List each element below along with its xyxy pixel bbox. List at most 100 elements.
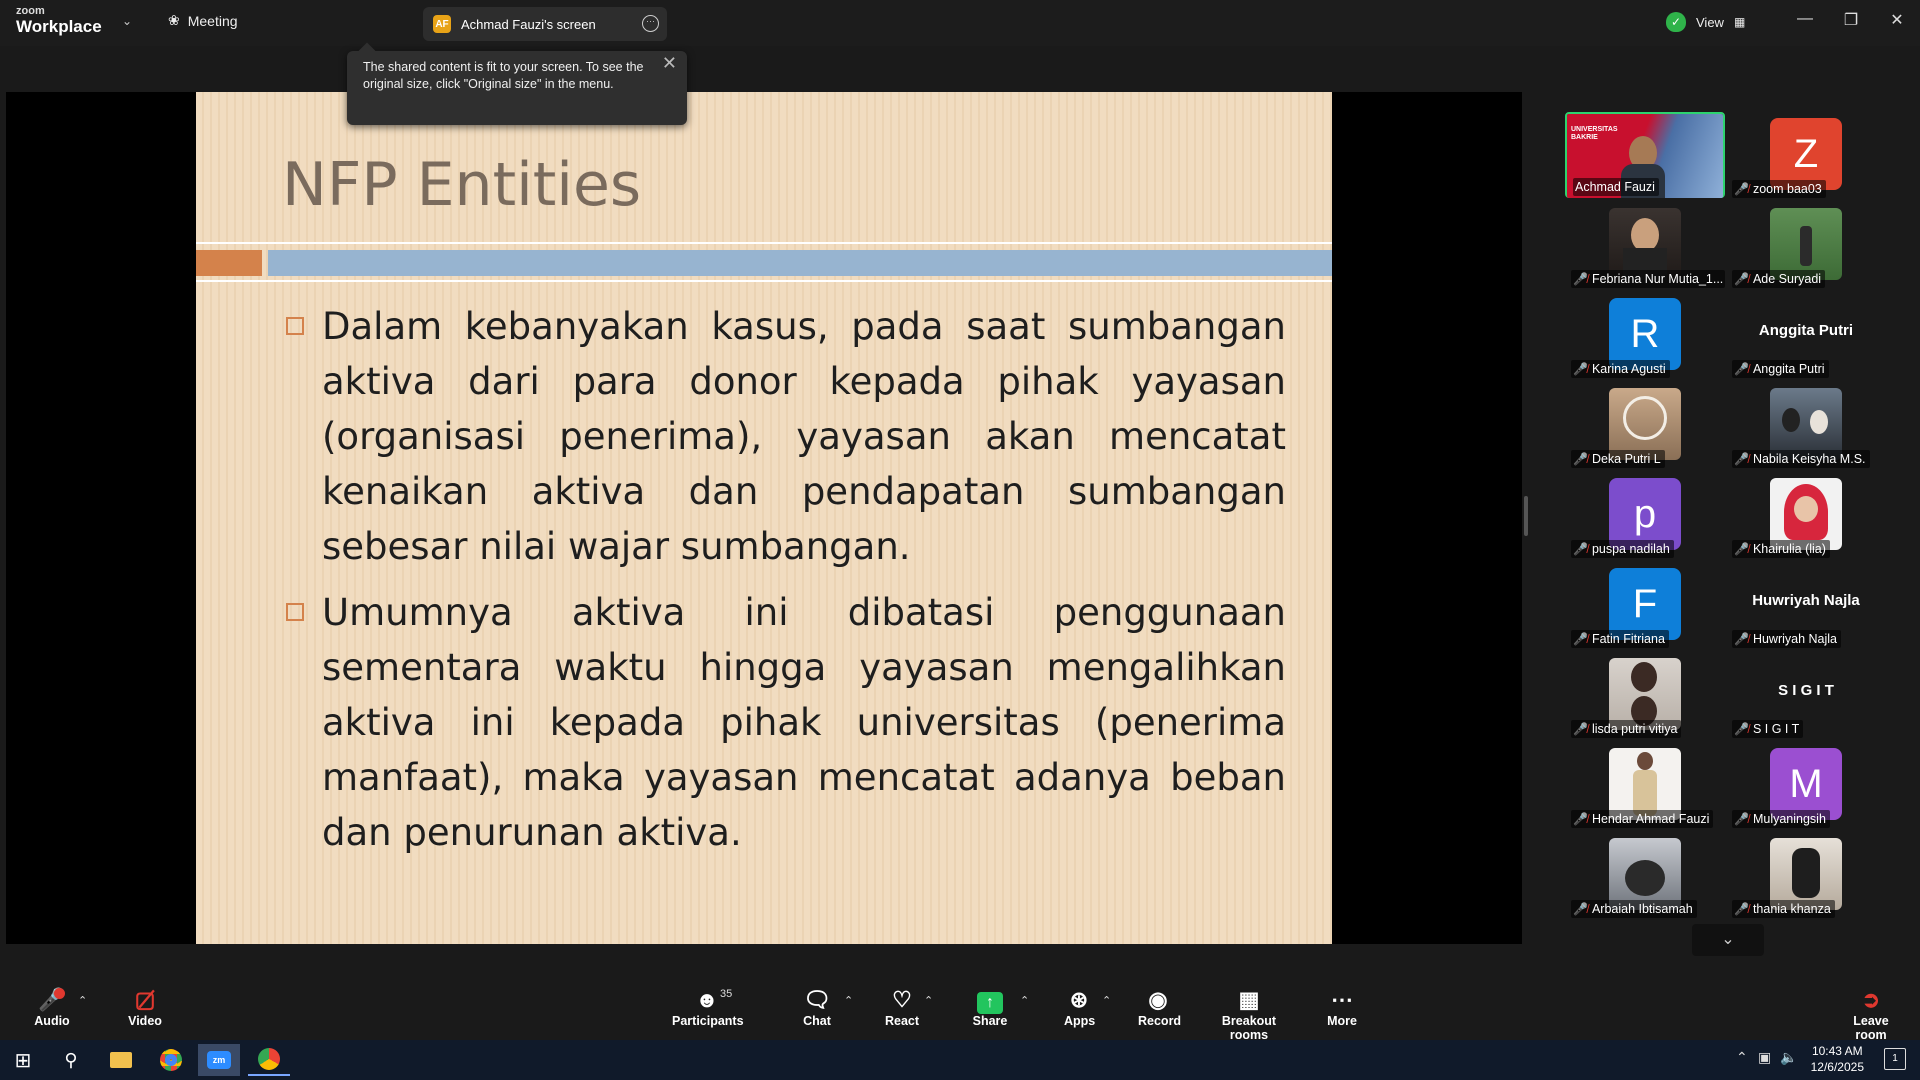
mic-muted-icon: 🎤̸ xyxy=(1573,632,1588,646)
participant-tile[interactable]: 🎤̸ Khairulia (lia) xyxy=(1726,472,1886,558)
chevron-down-icon[interactable]: ⌄ xyxy=(122,14,132,28)
shared-screen-tab[interactable]: AF Achmad Fauzi's screen ··· xyxy=(423,7,667,41)
search-icon[interactable]: ⚲ xyxy=(50,1044,92,1076)
participant-tile[interactable]: 🎤̸ thania khanza xyxy=(1726,832,1886,918)
volume-icon[interactable]: 🔈 xyxy=(1780,1049,1797,1066)
gallery-scroll-down-icon[interactable]: ⌄ xyxy=(1692,924,1764,956)
slide-bullet: Umumnya aktiva ini dibatasi penggunaan s… xyxy=(286,585,1286,860)
record-button[interactable]: ◉ Record xyxy=(1138,986,1181,1028)
leave-room-button[interactable]: ➲ Leave room xyxy=(1836,986,1906,1042)
shared-screen-label: Achmad Fauzi's screen xyxy=(461,16,596,32)
participant-tile[interactable]: Anggita Putri 🎤̸ Anggita Putri xyxy=(1726,292,1886,378)
apps-icon: ⊛ xyxy=(1069,987,1089,1012)
system-clock[interactable]: 10:43 AM 12/6/2025 xyxy=(1811,1043,1864,1075)
close-icon[interactable]: ✕ xyxy=(1882,10,1912,30)
windows-start-icon[interactable]: ⊞ xyxy=(2,1044,44,1076)
participant-tile[interactable]: 🎤̸ Ade Suryadi xyxy=(1726,202,1886,288)
bullet-square-icon xyxy=(286,317,304,335)
react-options-chevron-icon[interactable]: ⌃ xyxy=(924,994,933,1007)
video-button[interactable]: ▢̸ Video xyxy=(122,986,168,1028)
participant-name-label: 🎤̸ Fatin Fitriana xyxy=(1571,630,1669,648)
participant-tile[interactable]: M 🎤̸ Mulyaningsih xyxy=(1726,742,1886,828)
participant-tile[interactable]: 🎤̸ lisda putri vitiya xyxy=(1565,652,1725,738)
leave-label: Leave room xyxy=(1853,1014,1889,1042)
notification-center-icon[interactable]: 1 xyxy=(1884,1048,1906,1070)
participants-button[interactable]: 35 ☻ Participants xyxy=(672,986,744,1028)
minimize-icon[interactable]: — xyxy=(1790,10,1820,28)
slide-title: NFP Entities xyxy=(282,150,642,220)
more-button[interactable]: ⋯ More xyxy=(1326,986,1358,1028)
participant-name-label: 🎤̸ thania khanza xyxy=(1732,900,1835,918)
view-button[interactable]: ✓ View ▦ xyxy=(1666,8,1745,36)
participant-tile[interactable]: F 🎤̸ Fatin Fitriana xyxy=(1565,562,1725,648)
zoom-workplace-logo[interactable]: zoom Workplace xyxy=(16,6,102,36)
mic-muted-icon: 🎤̸ xyxy=(1573,542,1588,556)
meeting-toolbar: 🎤 Audio ⌃ ▢̸ Video 35 ☻ Participants 🗨 C… xyxy=(0,980,1920,1042)
grid-view-icon: ▦ xyxy=(1733,15,1746,29)
participant-display-name: S I G I T xyxy=(1778,682,1834,699)
close-icon[interactable]: ✕ xyxy=(662,54,677,72)
participant-tile[interactable]: 🎤̸ Hendar Ahmad Fauzi xyxy=(1565,742,1725,828)
restore-icon[interactable]: ❐ xyxy=(1836,10,1866,30)
chrome-icon[interactable] xyxy=(150,1044,192,1076)
security-shield-icon[interactable]: ✓ xyxy=(1666,12,1686,32)
more-label: More xyxy=(1327,1014,1357,1028)
participant-display-name: Anggita Putri xyxy=(1758,322,1854,339)
chrome-active-icon[interactable] xyxy=(248,1044,290,1076)
meeting-tab[interactable]: ❀ Meeting xyxy=(168,12,238,29)
audio-options-chevron-icon[interactable]: ⌃ xyxy=(78,994,87,1007)
title-bar: zoom Workplace ⌄ ❀ Meeting AF Achmad Fau… xyxy=(0,0,1920,46)
participant-tile[interactable]: 🎤̸ Nabila Keisyha M.S. xyxy=(1726,382,1886,468)
presentation-slide: NFP Entities Dalam kebanyakan kasus, pad… xyxy=(196,92,1332,944)
mic-muted-icon: 🎤̸ xyxy=(1734,272,1749,286)
show-hidden-icons-icon[interactable]: ⌃ xyxy=(1736,1049,1748,1066)
participant-tile[interactable]: 🎤̸ Deka Putri L xyxy=(1565,382,1725,468)
share-button[interactable]: ↑ Share xyxy=(972,986,1008,1028)
chat-button[interactable]: 🗨 Chat xyxy=(800,986,834,1028)
participant-name-label: 🎤̸ Khairulia (lia) xyxy=(1732,540,1830,558)
mic-muted-icon: 🎤̸ xyxy=(1734,722,1749,736)
share-screen-icon: ↑ xyxy=(977,992,1003,1014)
slide-accent-orange xyxy=(196,250,262,276)
heart-icon: ♡ xyxy=(892,987,912,1012)
share-options-chevron-icon[interactable]: ⌃ xyxy=(1020,994,1029,1007)
participant-name-label: 🎤̸ S I G I T xyxy=(1732,720,1804,738)
participant-name-label: Achmad Fauzi xyxy=(1573,178,1659,196)
slide-bullet: Dalam kebanyakan kasus, pada saat sumban… xyxy=(286,299,1286,574)
network-icon[interactable]: ▣ xyxy=(1758,1049,1771,1066)
participant-tile[interactable]: 🎤̸ Arbaiah Ibtisamah xyxy=(1565,832,1725,918)
apps-button[interactable]: ⊛ Apps xyxy=(1064,986,1095,1028)
mic-muted-icon: 🎤̸ xyxy=(1573,722,1588,736)
participant-tile[interactable]: Z 🎤̸ zoom baa03 xyxy=(1726,112,1886,198)
participant-display-name: Huwriyah Najla xyxy=(1752,592,1860,609)
clock-date: 12/6/2025 xyxy=(1810,1060,1864,1074)
breakout-label: Breakout rooms xyxy=(1221,1014,1277,1042)
breakout-rooms-button[interactable]: ▦ Breakout rooms xyxy=(1204,986,1294,1042)
participant-tile[interactable]: UNIVERSITAS BAKRIE Achmad Fauzi xyxy=(1565,112,1725,198)
share-label: Share xyxy=(972,1014,1008,1028)
zoom-taskbar-icon[interactable]: zm xyxy=(198,1044,240,1076)
clock-time: 10:43 AM xyxy=(1811,1044,1863,1058)
participant-name-label: 🎤̸ Hendar Ahmad Fauzi xyxy=(1571,810,1714,828)
microphone-icon: 🎤 xyxy=(38,987,66,1012)
participant-tile[interactable]: R 🎤̸ Karina Agusti xyxy=(1565,292,1725,378)
chat-options-chevron-icon[interactable]: ⌃ xyxy=(844,994,853,1007)
react-button[interactable]: ♡ React xyxy=(884,986,920,1028)
participant-name-label: 🎤̸ Mulyaningsih xyxy=(1732,810,1830,828)
apps-options-chevron-icon[interactable]: ⌃ xyxy=(1102,994,1111,1007)
participant-tile[interactable]: p 🎤̸ puspa nadilah xyxy=(1565,472,1725,558)
breakout-rooms-icon: ▦ xyxy=(1238,987,1260,1012)
participant-name-label: 🎤̸ Deka Putri L xyxy=(1571,450,1665,468)
mic-muted-icon: 🎤̸ xyxy=(1734,542,1749,556)
participant-tile[interactable]: S I G I T 🎤̸ S I G I T xyxy=(1726,652,1886,738)
participant-tile[interactable]: Huwriyah Najla 🎤̸ Huwriyah Najla xyxy=(1726,562,1886,648)
audio-button[interactable]: 🎤 Audio xyxy=(32,986,72,1028)
panel-resize-handle[interactable] xyxy=(1524,496,1528,536)
mic-muted-icon: 🎤̸ xyxy=(1734,812,1749,826)
audio-label: Audio xyxy=(34,1014,70,1028)
file-explorer-icon[interactable] xyxy=(100,1044,142,1076)
participant-tile[interactable]: 🎤̸ Febriana Nur Mutia_1... xyxy=(1565,202,1725,288)
fit-to-screen-tooltip: The shared content is fit to your screen… xyxy=(347,42,687,125)
record-icon: ◉ xyxy=(1148,987,1168,1012)
more-options-icon[interactable]: ··· xyxy=(642,15,659,32)
